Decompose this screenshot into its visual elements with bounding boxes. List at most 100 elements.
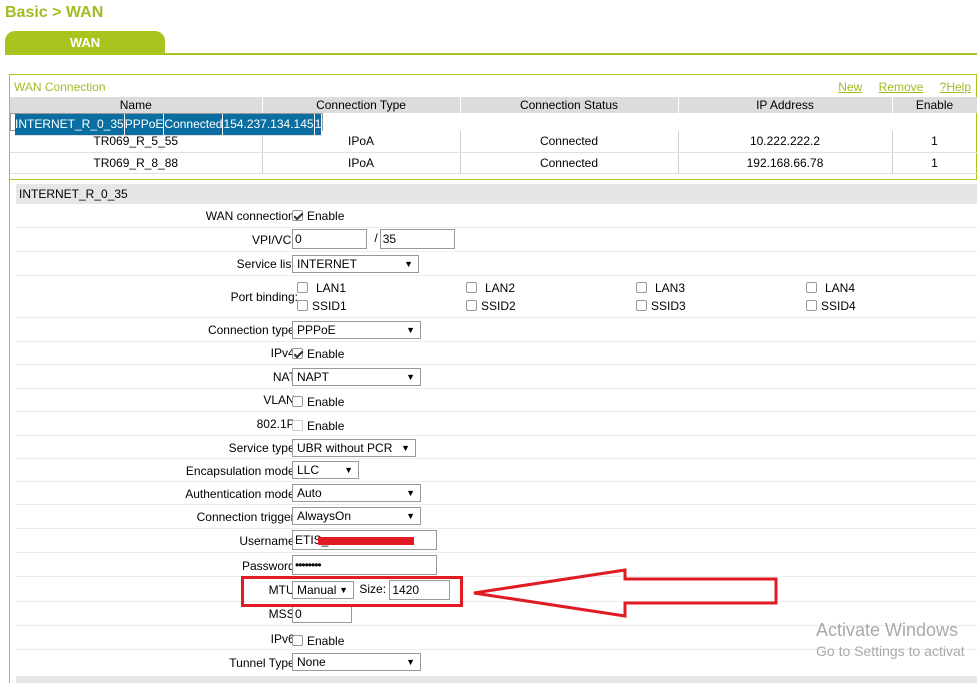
row-connection-type: Connection type: PPPoE ▼ bbox=[16, 318, 977, 342]
row-wan-connection: WAN connection: Enable bbox=[16, 205, 977, 228]
connection-type-value: PPPoE bbox=[297, 323, 336, 337]
breadcrumb: Basic > WAN bbox=[5, 4, 104, 21]
auth-mode-select[interactable]: Auto ▼ bbox=[292, 484, 421, 502]
detail-title: INTERNET_R_0_35 bbox=[16, 184, 977, 204]
bottom-bar bbox=[16, 676, 977, 683]
encapsulation-value: LLC bbox=[297, 463, 320, 477]
cell-enable: 1 bbox=[314, 114, 323, 136]
service-list-value: INTERNET bbox=[297, 257, 357, 271]
chevron-down-icon: ▼ bbox=[404, 259, 413, 269]
chevron-down-icon: ▼ bbox=[401, 443, 410, 453]
cell-connection-status: Connected bbox=[460, 152, 679, 174]
row-auth-mode: Authentication mode: Auto ▼ bbox=[16, 482, 977, 505]
row-service-type: Service type: UBR without PCR ▼ bbox=[16, 436, 977, 459]
auth-mode-label: Authentication mode: bbox=[185, 487, 298, 501]
vlan-checkbox[interactable] bbox=[292, 396, 303, 407]
ssid1-checkbox[interactable] bbox=[297, 300, 308, 311]
table-header: Name Connection Type Connection Status I… bbox=[10, 97, 977, 113]
table-row[interactable]: INTERNET_R_0_35 PPPoE Connected 154.237.… bbox=[10, 113, 324, 136]
row-encapsulation: Encapsulation mode: LLC ▼ bbox=[16, 459, 977, 482]
remove-link[interactable]: Remove bbox=[879, 80, 924, 94]
lan2-checkbox[interactable] bbox=[466, 282, 477, 293]
ipv4-checkbox[interactable] bbox=[292, 348, 303, 359]
tab-divider bbox=[5, 53, 977, 55]
password-input[interactable]: •••••••• bbox=[292, 555, 437, 575]
row-vlan: VLAN: Enable bbox=[16, 389, 977, 412]
service-list-label: Service list: bbox=[236, 257, 298, 271]
lan1-label: LAN1 bbox=[316, 281, 347, 295]
tunnel-type-label: Tunnel Type: bbox=[229, 656, 298, 670]
row-8021p: 802.1P: Enable bbox=[16, 412, 977, 436]
password-label: Password: bbox=[241, 559, 298, 573]
wan-connection-enable-label: Enable bbox=[307, 209, 345, 223]
table-row[interactable]: TR069_R_8_88 IPoA Connected 192.168.66.7… bbox=[10, 152, 977, 174]
ipv6-checkbox[interactable] bbox=[292, 635, 303, 646]
column-header-connection-type: Connection Type bbox=[262, 97, 461, 113]
row-port-binding: Port binding: LAN1 LAN2 LAN3 LAN4 SSID1 … bbox=[16, 276, 977, 318]
ssid2-checkbox[interactable] bbox=[466, 300, 477, 311]
cell-connection-type: PPPoE bbox=[124, 114, 165, 136]
ipv4-enable-label: Enable bbox=[307, 347, 345, 361]
mss-input[interactable]: 0 bbox=[292, 605, 352, 623]
row-nat: NAT: NAPT ▼ bbox=[16, 365, 977, 389]
watermark-title: Activate Windows bbox=[816, 620, 959, 640]
ssid3-label: SSID3 bbox=[651, 299, 686, 313]
new-link[interactable]: New bbox=[838, 80, 862, 94]
service-type-label: Service type: bbox=[228, 441, 298, 455]
connection-type-select[interactable]: PPPoE ▼ bbox=[292, 321, 421, 339]
column-header-ip-address: IP Address bbox=[678, 97, 893, 113]
lan1-checkbox[interactable] bbox=[297, 282, 308, 293]
chevron-down-icon: ▼ bbox=[344, 465, 353, 475]
auth-mode-value: Auto bbox=[297, 486, 322, 500]
watermark-subtitle: Go to Settings to activat bbox=[816, 643, 965, 659]
ssid4-checkbox[interactable] bbox=[806, 300, 817, 311]
wan-connection-label: WAN connection: bbox=[205, 209, 298, 223]
wan-connection-title: WAN Connection bbox=[14, 80, 106, 94]
encapsulation-select[interactable]: LLC ▼ bbox=[292, 461, 359, 479]
nat-value: NAPT bbox=[297, 370, 330, 384]
wan-connection-panel: WAN Connection New Remove ?Help Name Con… bbox=[9, 74, 977, 180]
wan-connection-checkbox[interactable] bbox=[292, 210, 303, 221]
ssid2-label: SSID2 bbox=[481, 299, 516, 313]
column-header-name: Name bbox=[10, 97, 263, 113]
vpi-input[interactable]: 0 bbox=[292, 229, 367, 249]
lan3-label: LAN3 bbox=[655, 281, 686, 295]
cell-ip-address: 154.237.134.145 bbox=[222, 114, 315, 136]
connection-trigger-label: Connection trigger: bbox=[196, 510, 298, 524]
mtu-highlight-box bbox=[241, 576, 463, 607]
cell-name: INTERNET_R_0_35 bbox=[15, 114, 125, 136]
chevron-down-icon: ▼ bbox=[406, 325, 415, 335]
cell-enable: 1 bbox=[892, 152, 977, 174]
username-label: Username: bbox=[239, 534, 298, 548]
column-header-connection-status: Connection Status bbox=[460, 97, 679, 113]
connection-trigger-select[interactable]: AlwaysOn ▼ bbox=[292, 507, 421, 525]
redaction-mark bbox=[318, 537, 414, 545]
connection-type-label: Connection type: bbox=[207, 323, 298, 337]
vlan-enable-label: Enable bbox=[307, 395, 345, 409]
cell-enable: 1 bbox=[892, 131, 977, 153]
nat-select[interactable]: NAPT ▼ bbox=[292, 368, 421, 386]
row-ipv4: IPv4: Enable bbox=[16, 342, 977, 365]
lan4-checkbox[interactable] bbox=[806, 282, 817, 293]
chevron-down-icon: ▼ bbox=[406, 488, 415, 498]
ssid3-checkbox[interactable] bbox=[636, 300, 647, 311]
vci-input[interactable]: 35 bbox=[379, 229, 455, 249]
tab-wan[interactable]: WAN bbox=[5, 31, 165, 54]
service-list-select[interactable]: INTERNET ▼ bbox=[292, 255, 419, 273]
lan2-label: LAN2 bbox=[485, 281, 516, 295]
chevron-down-icon: ▼ bbox=[406, 657, 415, 667]
vpi-vci-separator: / bbox=[374, 231, 378, 246]
encapsulation-label: Encapsulation mode: bbox=[185, 464, 298, 478]
lan3-checkbox[interactable] bbox=[636, 282, 647, 293]
cell-ip-address: 10.222.222.2 bbox=[678, 131, 893, 153]
lan4-label: LAN4 bbox=[825, 281, 856, 295]
help-link[interactable]: ?Help bbox=[940, 80, 971, 94]
service-type-select[interactable]: UBR without PCR ▼ bbox=[292, 439, 416, 457]
port-binding-label: Port binding: bbox=[230, 290, 298, 304]
connection-trigger-value: AlwaysOn bbox=[297, 509, 352, 523]
dot1p-checkbox[interactable] bbox=[292, 420, 303, 431]
dot1p-enable-label: Enable bbox=[307, 419, 345, 433]
chevron-down-icon: ▼ bbox=[406, 511, 415, 521]
annotation-arrow-icon bbox=[473, 568, 778, 618]
tunnel-type-select[interactable]: None ▼ bbox=[292, 653, 421, 671]
